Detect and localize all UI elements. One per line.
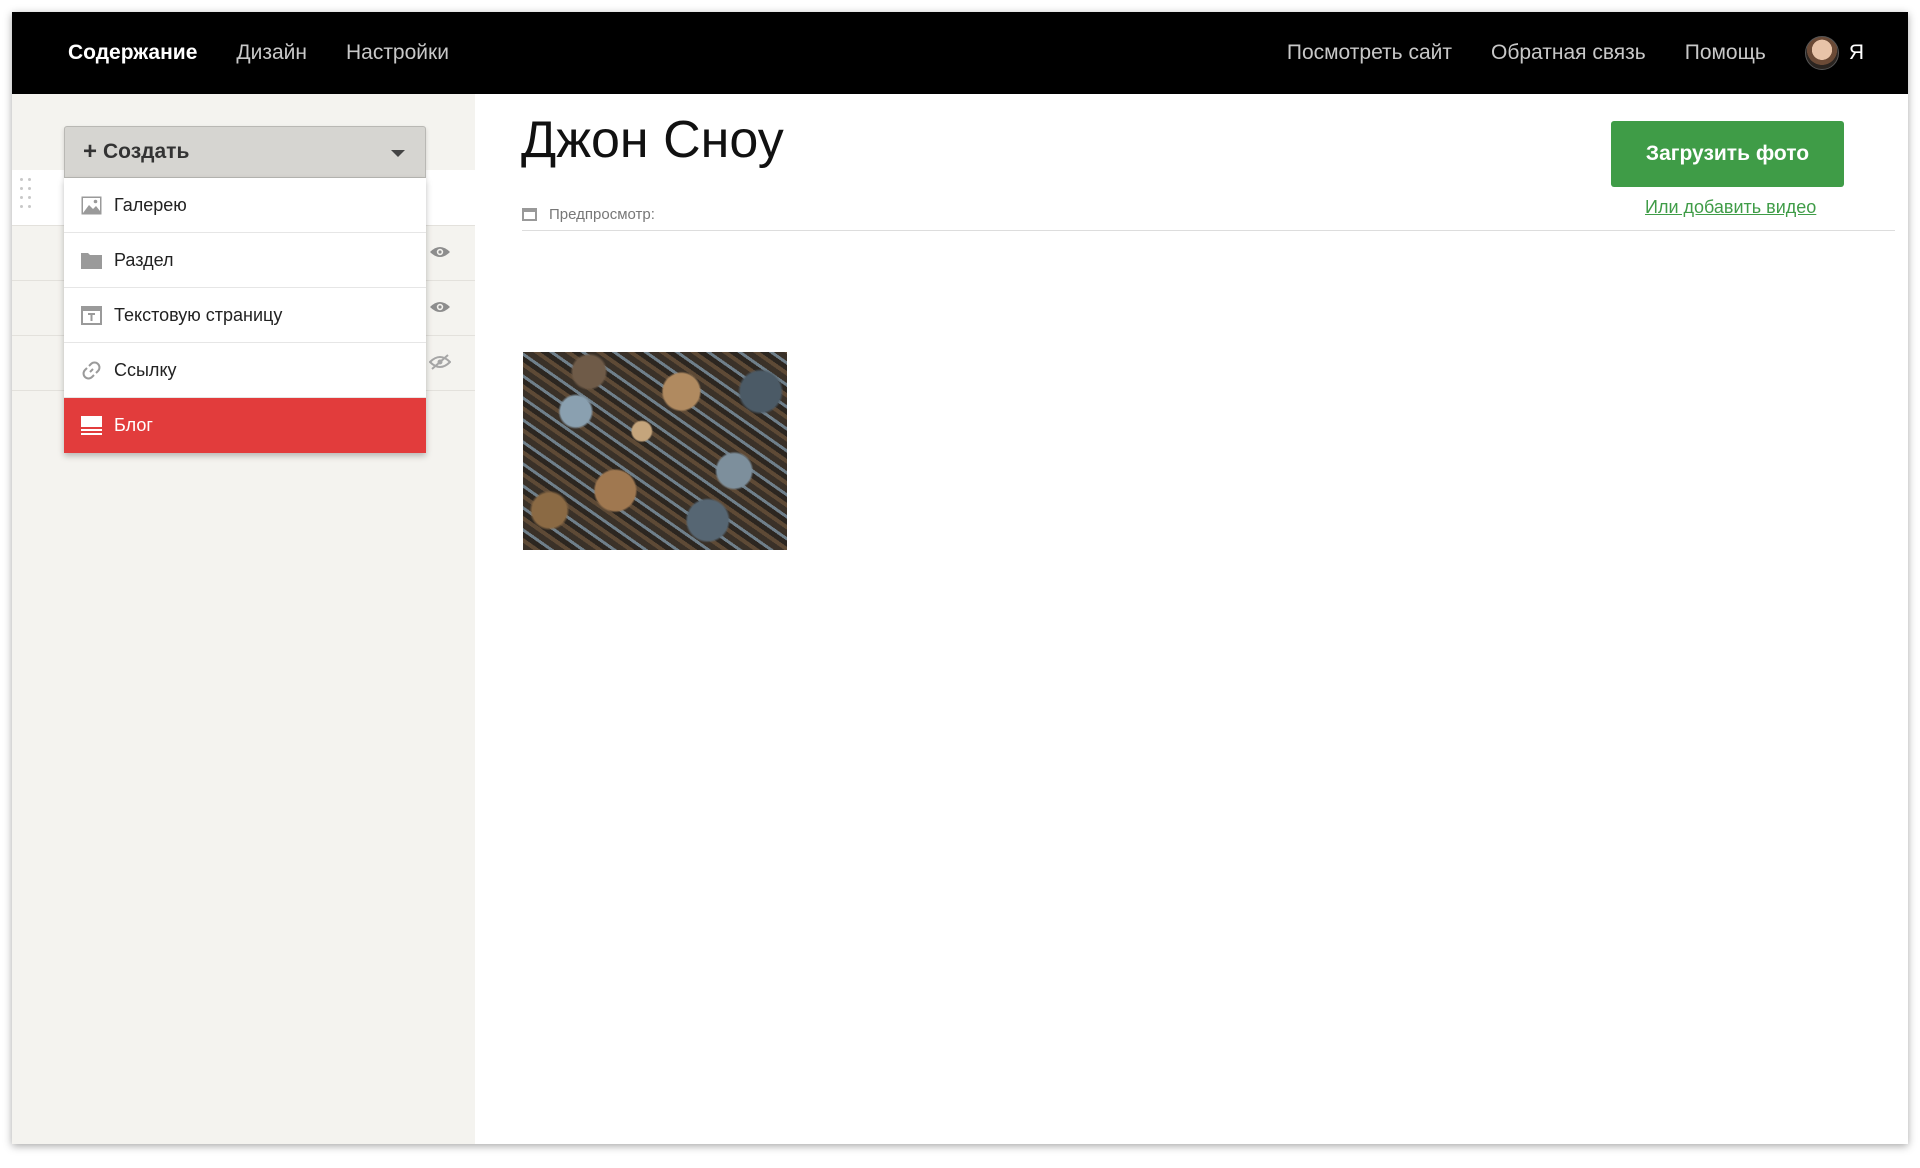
folder-icon [80, 249, 102, 271]
menu-item-text-page[interactable]: Текстовую страницу [64, 288, 426, 343]
divider [522, 230, 1895, 231]
menu-item-label: Текстовую страницу [114, 304, 283, 325]
menu-item-section[interactable]: Раздел [64, 233, 426, 288]
app-window: Содержание Дизайн Настройки Посмотреть с… [12, 12, 1908, 1144]
plus-icon: + [83, 138, 98, 165]
user-label: Я [1848, 41, 1864, 64]
nav-content[interactable]: Содержание [68, 41, 197, 65]
view-site-link[interactable]: Посмотреть сайт [1287, 41, 1452, 65]
menu-item-gallery[interactable]: Галерею [64, 178, 426, 233]
visible-eye-icon[interactable] [429, 245, 451, 259]
hidden-eye-icon[interactable] [429, 354, 451, 370]
link-icon [80, 359, 102, 381]
nav-design[interactable]: Дизайн [236, 41, 307, 65]
chevron-down-icon [391, 150, 405, 157]
user-menu[interactable]: Я [1804, 36, 1864, 70]
main-content: Джон Сноу Предпросмотр: Загрузить фото И… [475, 94, 1908, 1144]
avatar [1804, 36, 1839, 70]
create-button-label: Создать [103, 140, 190, 163]
text-page-icon [80, 304, 102, 326]
preview-row: Предпросмотр: [522, 206, 655, 223]
menu-item-label: Ссылку [114, 359, 177, 380]
add-video-link[interactable]: Или добавить видео [1645, 197, 1816, 218]
preview-label: Предпросмотр: [549, 206, 655, 223]
help-link[interactable]: Помощь [1685, 41, 1766, 65]
visible-eye-icon[interactable] [429, 300, 451, 314]
create-dropdown-menu: Галерею Раздел Текстовую страницу Ссылку… [64, 178, 426, 453]
feedback-link[interactable]: Обратная связь [1491, 41, 1646, 65]
top-navigation-bar: Содержание Дизайн Настройки Посмотреть с… [12, 12, 1908, 94]
drag-handle-icon[interactable] [20, 178, 34, 218]
photo-thumbnail[interactable] [523, 352, 787, 550]
gallery-icon [80, 194, 102, 216]
secondary-nav: Посмотреть сайт Обратная связь Помощь Я [1287, 12, 1864, 94]
page-title: Джон Сноу [521, 111, 784, 169]
window-icon [522, 208, 537, 221]
menu-item-blog[interactable]: Блог [64, 398, 426, 453]
menu-item-label: Блог [114, 415, 153, 435]
menu-item-label: Раздел [114, 249, 174, 270]
menu-item-link[interactable]: Ссылку [64, 343, 426, 398]
menu-item-label: Галерею [114, 194, 187, 215]
nav-settings[interactable]: Настройки [346, 41, 449, 65]
create-dropdown-button[interactable]: + Создать [64, 126, 426, 178]
blog-icon [80, 415, 102, 437]
main-nav: Содержание Дизайн Настройки [68, 12, 449, 94]
upload-photo-button[interactable]: Загрузить фото [1611, 121, 1844, 187]
